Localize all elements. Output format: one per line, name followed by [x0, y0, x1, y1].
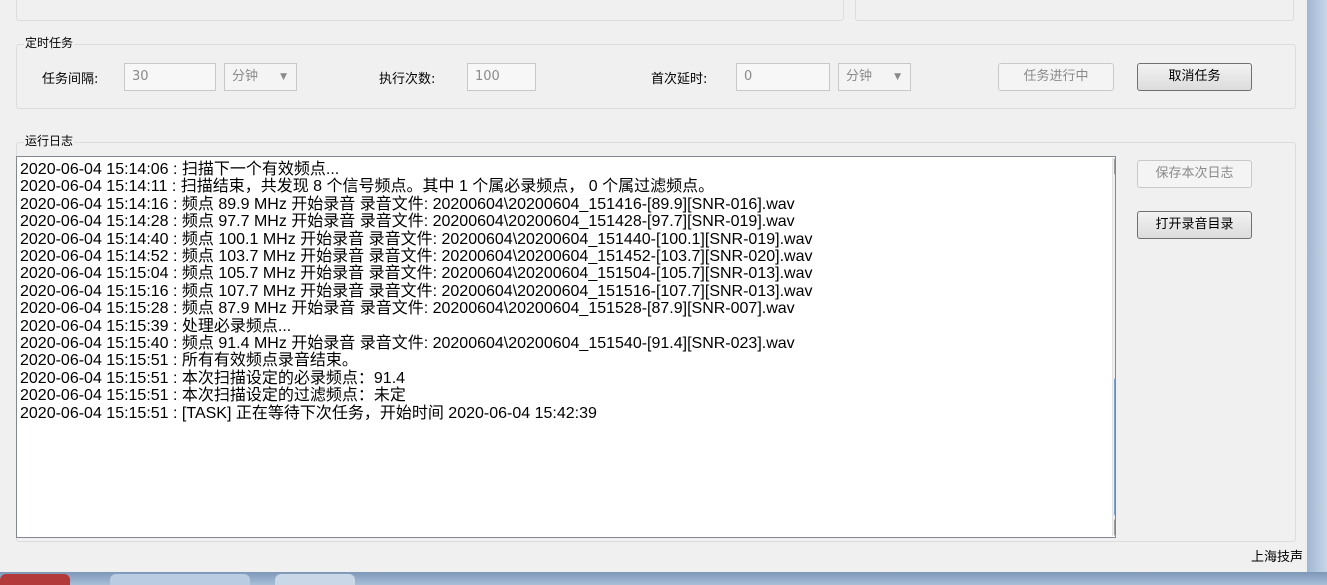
log-line: 2020-06-04 15:14:28 : 频点 97.7 MHz 开始录音 录…	[20, 213, 795, 231]
taskbar	[0, 572, 1327, 585]
log-line: 2020-06-04 15:15:40 : 频点 91.4 MHz 开始录音 录…	[20, 335, 795, 353]
interval-unit-value: 分钟	[232, 69, 259, 84]
chevron-down-icon: ▼	[894, 72, 901, 82]
first-delay-unit-select[interactable]: 分钟 ▼	[838, 63, 911, 91]
taskbar-item[interactable]	[110, 574, 250, 585]
window-frame-right	[1307, 0, 1327, 585]
log-line: 2020-06-04 15:14:52 : 频点 103.7 MHz 开始录音 …	[20, 248, 813, 266]
timer-task-title: 定时任务	[24, 34, 75, 51]
scroll-down-arrow-icon[interactable]: ▼	[1114, 519, 1115, 536]
log-line: 2020-06-04 15:15:51 : 本次扫描设定的必录频点：91.4	[20, 369, 406, 387]
first-delay-input[interactable]: 0	[736, 63, 830, 91]
scroll-thumb[interactable]: ≡	[1114, 378, 1115, 516]
log-textarea[interactable]: 2020-06-04 15:14:06 : 扫描下一个有效频点... 2020-0…	[16, 156, 1116, 538]
brand-label: 上海技声	[1250, 550, 1303, 565]
cancel-task-button[interactable]: 取消任务	[1137, 63, 1252, 91]
log-line: 2020-06-04 15:15:39 : 处理必录频点...	[20, 317, 292, 335]
top-right-panel	[855, 0, 1294, 21]
taskbar-item[interactable]	[275, 574, 355, 585]
top-left-panel	[16, 0, 844, 21]
interval-input[interactable]: 30	[124, 63, 216, 91]
log-line: 2020-06-04 15:15:51 : 所有有效频点录音结束。	[20, 352, 358, 370]
log-lines: 2020-06-04 15:14:06 : 扫描下一个有效频点... 2020-0…	[20, 161, 812, 422]
task-running-button[interactable]: 任务进行中	[998, 63, 1114, 91]
exec-count-input[interactable]: 100	[467, 63, 536, 91]
log-line: 2020-06-04 15:15:04 : 频点 105.7 MHz 开始录音 …	[20, 265, 813, 283]
save-log-button[interactable]: 保存本次日志	[1137, 160, 1252, 188]
log-line: 2020-06-04 15:15:28 : 频点 87.9 MHz 开始录音 录…	[20, 300, 795, 318]
log-scrollbar[interactable]: ▲ ≡ ▼	[1112, 158, 1115, 536]
log-line: 2020-06-04 15:14:11 : 扫描结束，共发现 8 个信号频点。其…	[20, 178, 715, 196]
log-line: 2020-06-04 15:15:51 : [TASK] 正在等待下次任务，开始…	[20, 404, 597, 422]
first-delay-unit-value: 分钟	[846, 69, 873, 84]
run-log-title: 运行日志	[24, 132, 75, 149]
log-line: 2020-06-04 15:14:06 : 扫描下一个有效频点...	[20, 161, 340, 178]
first-delay-label: 首次延时:	[651, 72, 708, 87]
log-line: 2020-06-04 15:14:16 : 频点 89.9 MHz 开始录音 录…	[20, 195, 795, 213]
interval-unit-select[interactable]: 分钟 ▼	[224, 63, 297, 91]
log-line: 2020-06-04 15:14:40 : 频点 100.1 MHz 开始录音 …	[20, 230, 813, 248]
open-record-dir-button[interactable]: 打开录音目录	[1137, 211, 1252, 239]
log-line: 2020-06-04 15:15:16 : 频点 107.7 MHz 开始录音 …	[20, 282, 813, 300]
exec-count-label: 执行次数:	[379, 72, 436, 87]
scroll-up-arrow-icon[interactable]: ▲	[1114, 158, 1115, 175]
log-line: 2020-06-04 15:15:51 : 本次扫描设定的过滤频点：未定	[20, 387, 406, 405]
interval-label: 任务间隔:	[42, 72, 99, 87]
taskbar-item[interactable]	[0, 574, 70, 585]
chevron-down-icon: ▼	[280, 72, 287, 82]
